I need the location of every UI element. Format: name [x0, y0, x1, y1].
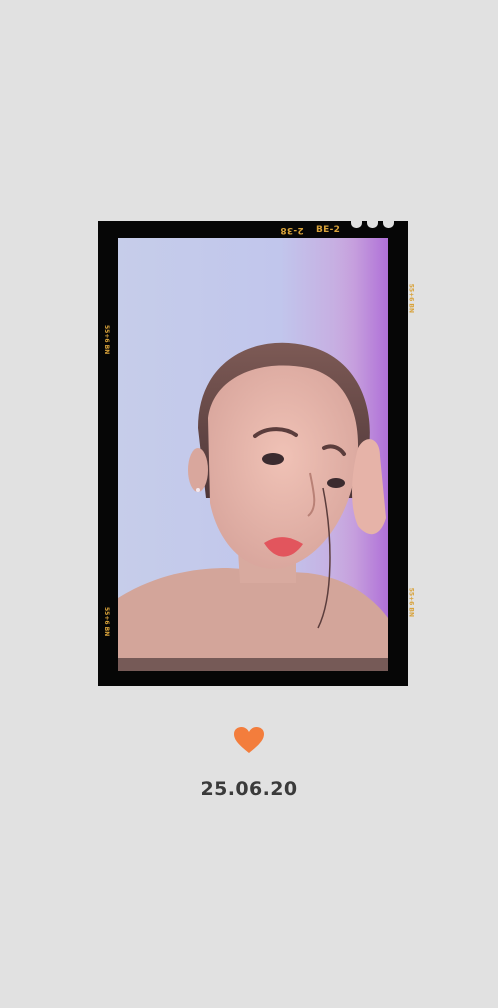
film-side-code: 55+6 BN [103, 607, 110, 637]
film-side-code: 55+6 BN [407, 283, 414, 313]
photo-frame: 2-38 BE-2 55+6 BN 55+6 BN 55+6 BN 55+6 B… [98, 218, 414, 686]
portrait-illustration [118, 238, 388, 671]
film-side-code: 55+6 BN [103, 325, 110, 355]
sprocket-hole [351, 218, 362, 228]
sprocket-hole [367, 218, 378, 228]
film-edge-code: 2-38 [280, 225, 304, 235]
film-sprocket-holes [351, 218, 394, 228]
portrait-photo [118, 238, 388, 671]
photo-date: 25.06.20 [200, 778, 298, 800]
film-side-code: 55+6 BN [407, 587, 414, 617]
heart-icon[interactable] [233, 726, 265, 754]
sprocket-hole [383, 218, 394, 228]
film-edge-code: BE-2 [316, 225, 341, 235]
